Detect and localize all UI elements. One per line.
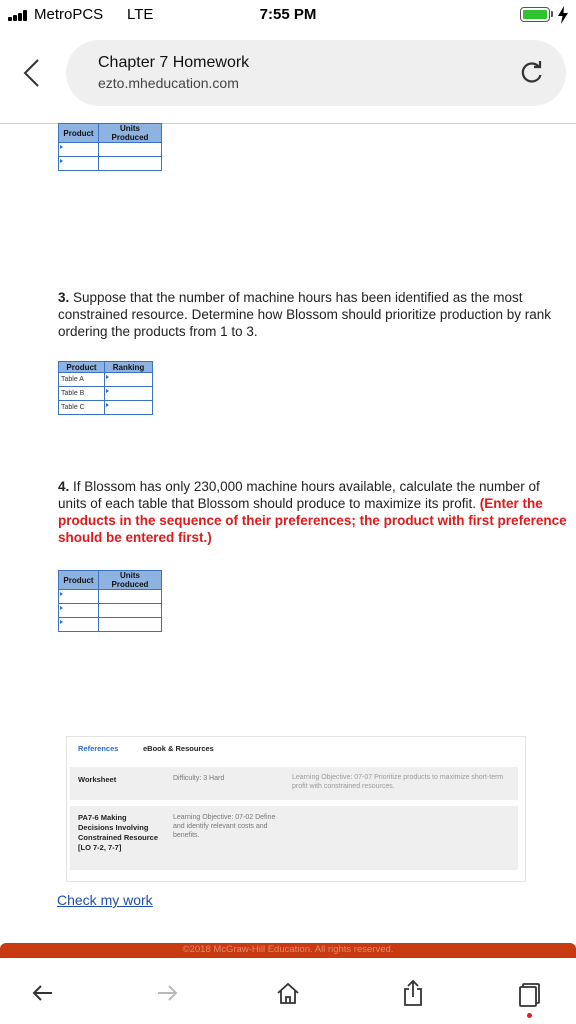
question-text: Suppose that the number of machine hours… [58,290,551,339]
units-produced-table: Product Units Produced [58,570,162,632]
copyright-text: ©2018 McGraw-Hill Education. All rights … [182,944,394,955]
product-select[interactable] [58,603,99,618]
units-input[interactable] [98,617,162,632]
charging-bolt-icon [558,6,568,24]
status-time: 7:55 PM [259,6,317,23]
units-produced-table-top: Product Units Produced [58,123,162,171]
units-input[interactable] [98,589,162,604]
column-header-units: Units Produced [98,123,162,143]
column-header-product: Product [58,570,99,590]
back-chevron-icon[interactable] [20,58,44,88]
question-number: 3. [58,290,70,305]
ranking-input[interactable] [104,386,153,401]
product-select[interactable] [58,617,99,632]
copyright-footer: ©2018 McGraw-Hill Education. All rights … [0,943,576,958]
question-number: 4. [58,479,70,494]
ranking-input[interactable] [104,400,153,415]
product-select[interactable] [58,156,99,171]
home-icon[interactable] [273,978,303,1008]
battery-icon [520,7,550,22]
question-text: If Blossom has only 230,000 machine hour… [58,479,540,511]
reload-icon[interactable] [518,58,546,86]
learning-objective-1: Learning Objective: 07-07 Prioritize pro… [292,774,504,790]
page-title: Chapter 7 Homework [98,54,250,71]
notification-dot [527,1013,532,1018]
product-label: Table C [58,400,105,415]
column-header-product: Product [58,361,105,373]
tabs-icon[interactable] [516,978,546,1008]
tab-ebook-resources[interactable]: eBook & Resources [143,744,214,753]
back-arrow-icon[interactable] [28,978,58,1008]
product-select[interactable] [58,589,99,604]
units-input[interactable] [98,142,162,157]
column-header-product: Product [58,123,99,143]
ranking-input[interactable] [104,372,153,387]
question-3: 3. Suppose that the number of machine ho… [58,289,570,340]
address-bar[interactable] [66,40,566,106]
question-4: 4. If Blossom has only 230,000 machine h… [58,478,570,546]
product-label: Table B [58,386,105,401]
column-header-ranking: Ranking [104,361,153,373]
tab-references[interactable]: References [78,744,118,753]
page-url[interactable]: ezto.mheducation.com [98,75,239,91]
column-header-units: Units Produced [98,570,162,590]
ranking-table: Product Ranking Table A Table B Table C [58,361,153,415]
status-bar: MetroPCS LTE 7:55 PM [0,0,576,30]
battery-tip [551,11,553,17]
share-icon[interactable] [398,978,428,1008]
product-label: Table A [58,372,105,387]
worksheet-label: Worksheet [78,775,117,784]
check-my-work-link[interactable]: Check my work [57,892,153,908]
learning-objective-2: Learning Objective: 07-02 Define and ide… [173,814,276,839]
difficulty-label: Difficulty: 3 Hard [173,775,225,782]
problem-title: PA7-6 Making Decisions Involving Constra… [78,813,159,852]
product-select[interactable] [58,142,99,157]
units-input[interactable] [98,156,162,171]
forward-arrow-icon[interactable] [152,978,182,1008]
units-input[interactable] [98,603,162,618]
